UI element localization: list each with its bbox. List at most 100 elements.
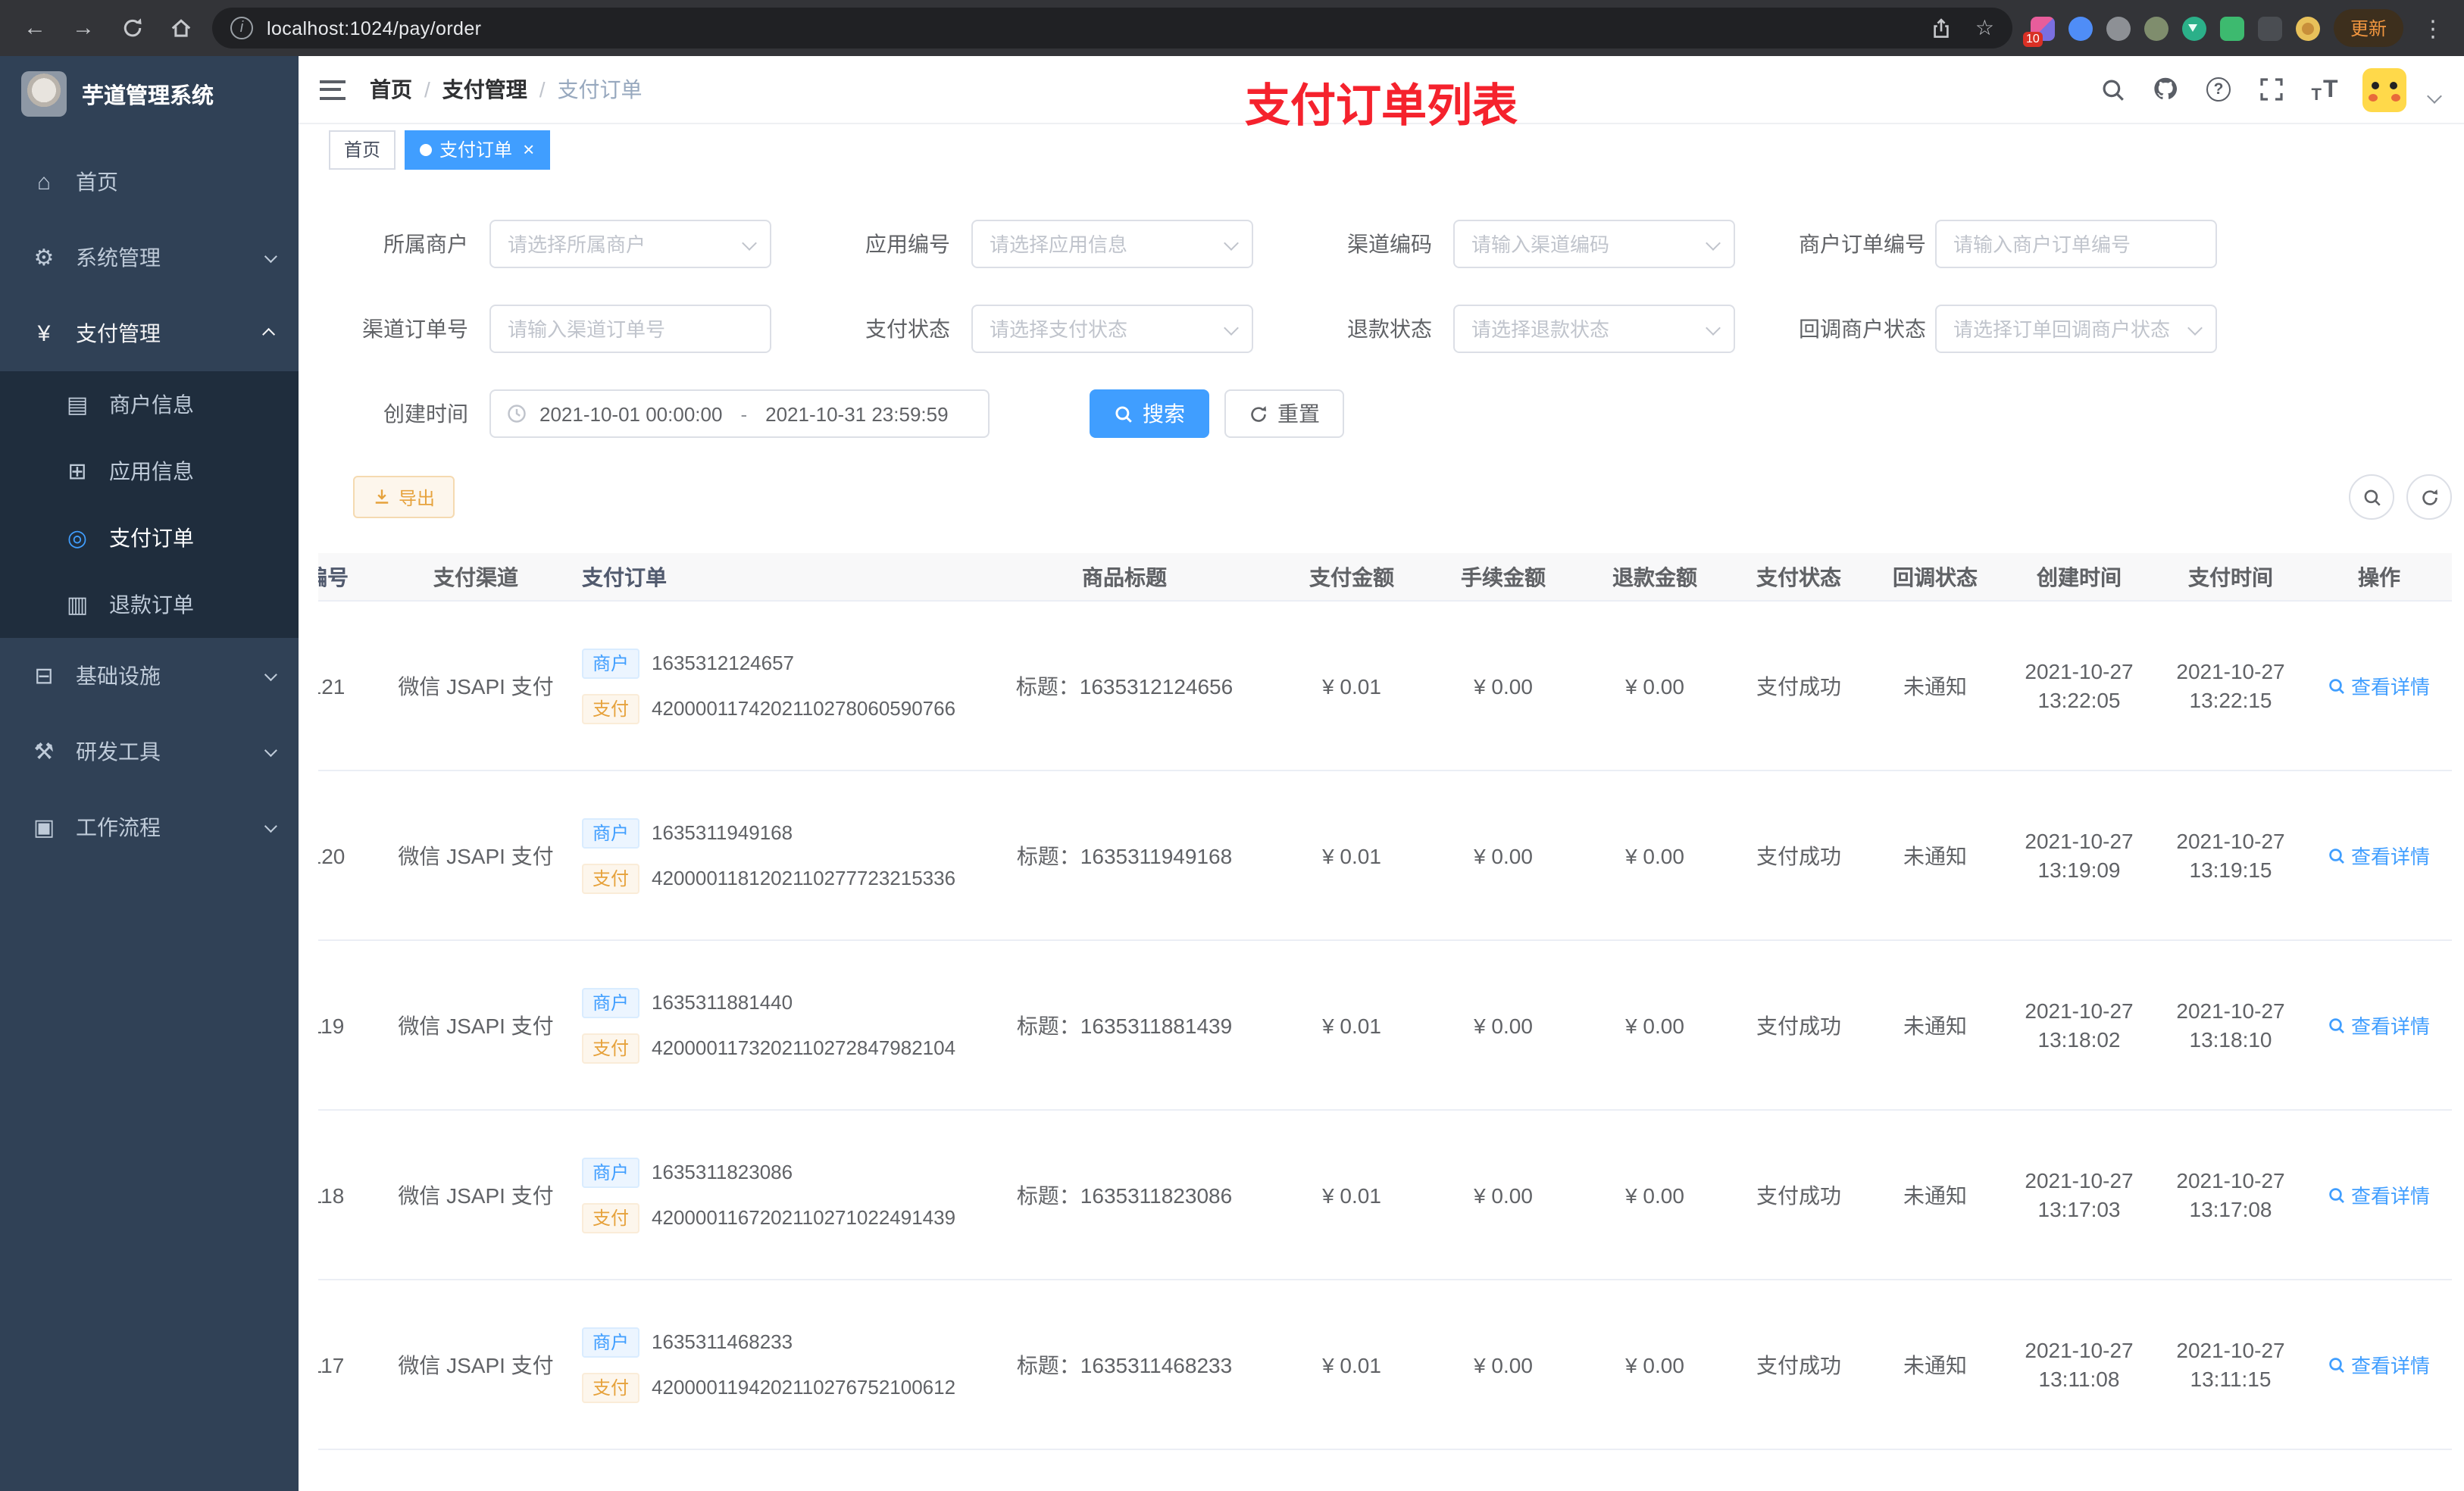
back-button[interactable]: ← — [15, 8, 55, 48]
card-icon: ▤ — [66, 392, 89, 418]
help-icon[interactable]: ? — [2203, 74, 2234, 105]
sidebar-item-label: 研发工具 — [76, 739, 161, 764]
table-header-row: 编号 支付渠道 支付订单 商品标题 支付金额 手续金额 退款金额 支付状态 回调… — [318, 553, 2452, 602]
search-icon[interactable] — [2097, 74, 2128, 105]
merchant-order-no: 1635311468233 — [652, 1330, 793, 1353]
view-detail-link[interactable]: 查看详情 — [2328, 841, 2430, 870]
vue-devtools-extension-icon[interactable] — [2181, 16, 2206, 40]
github-icon[interactable] — [2150, 74, 2181, 105]
merchant-select[interactable] — [489, 220, 771, 268]
date-end[interactable]: 2021-10-31 23:59:59 — [765, 402, 948, 425]
page-content: 所属商户 应用编号 — [299, 174, 2464, 1491]
pay-status: 支付成功 — [1756, 1013, 1841, 1037]
user-avatar[interactable] — [2362, 67, 2406, 111]
order-id: 121 — [318, 674, 346, 698]
pay-order-cell: 商户 1635311949168 支付 42000011812021102777… — [561, 817, 973, 893]
breadcrumb-section[interactable]: 支付管理 — [442, 74, 527, 105]
channel-code-input[interactable] — [1453, 220, 1735, 268]
browser-update-button[interactable]: 更新 — [2333, 9, 2403, 47]
view-detail-link[interactable]: 查看详情 — [2328, 671, 2430, 700]
filter-label: 应用编号 — [865, 232, 950, 256]
pay-status-select[interactable] — [971, 305, 1253, 353]
sidebar-item-app-info[interactable]: ⊞ 应用信息 — [0, 438, 299, 505]
table-body: 121 微信 JSAPI 支付 商户 1635312124657 支付 4200… — [318, 602, 2452, 1491]
sidebar-item-workflow[interactable]: ▣ 工作流程 — [0, 789, 299, 865]
bookmark-star-icon[interactable]: ☆ — [1975, 15, 1994, 41]
column-header: 操作 — [2358, 564, 2400, 589]
extension-icon[interactable]: 10 — [2022, 16, 2055, 46]
close-icon[interactable]: × — [523, 139, 534, 159]
merchant-select-input[interactable] — [489, 220, 771, 268]
home-button[interactable] — [161, 8, 200, 48]
pay-amount: ¥ 0.01 — [1322, 674, 1381, 698]
column-header: 支付订单 — [582, 564, 667, 589]
column-header: 编号 — [318, 564, 349, 589]
merchant-order-no-field[interactable] — [1935, 220, 2217, 268]
view-detail-link[interactable]: 查看详情 — [2328, 1011, 2430, 1039]
reset-button[interactable]: 重置 — [1224, 389, 1344, 438]
forward-button[interactable]: → — [64, 8, 103, 48]
channel-code-select[interactable] — [1453, 220, 1735, 268]
table-row: 118 微信 JSAPI 支付 商户 1635311823086 支付 4200… — [318, 1111, 2452, 1280]
sidebar-item-pay-order[interactable]: ◎ 支付订单 — [0, 505, 299, 571]
address-bar[interactable]: i localhost:1024/pay/order ☆ — [212, 8, 2012, 48]
info-icon[interactable]: i — [230, 17, 253, 39]
sidebar-item-payment[interactable]: ¥ 支付管理 — [0, 295, 299, 371]
extension-icon[interactable] — [2257, 16, 2282, 40]
breadcrumb-home[interactable]: 首页 — [370, 74, 412, 105]
export-button[interactable]: 导出 — [353, 476, 455, 518]
extension-icon[interactable] — [2219, 16, 2244, 40]
sidebar-item-infrastructure[interactable]: ⊟ 基础设施 — [0, 638, 299, 714]
sidebar-item-system[interactable]: ⚙ 系统管理 — [0, 220, 299, 295]
share-icon[interactable] — [1927, 13, 1957, 43]
tab-pay-order[interactable]: 支付订单 × — [405, 130, 550, 169]
pay-channel: 微信 JSAPI 支付 — [398, 674, 554, 698]
toggle-search-button[interactable] — [2349, 474, 2394, 520]
sidebar-menu: ⌂ 首页 ⚙ 系统管理 ¥ 支付管理 ▤ 商户信息 ⊞ 应用信息 ◎ 支付订单 … — [0, 132, 299, 865]
sidebar-toggle-icon[interactable] — [320, 80, 346, 99]
view-detail-link[interactable]: 查看详情 — [2328, 1350, 2430, 1379]
refresh-table-button[interactable] — [2406, 474, 2452, 520]
app-logo-row[interactable]: 芋道管理系统 — [0, 56, 299, 132]
filter-label: 支付状态 — [865, 317, 950, 341]
extension-icon[interactable] — [2106, 16, 2131, 40]
tab-home[interactable]: 首页 — [329, 130, 396, 169]
column-header: 手续金额 — [1461, 564, 1546, 589]
notify-status-select[interactable] — [1935, 305, 2217, 353]
sidebar-item-devtools[interactable]: ⚒ 研发工具 — [0, 714, 299, 789]
pay-time: 2021-10-27 13:22:15 — [2176, 659, 2285, 712]
url-text[interactable]: localhost:1024/pay/order — [267, 17, 481, 39]
extension-icon[interactable] — [2143, 16, 2169, 40]
browser-profile-avatar[interactable] — [2295, 16, 2320, 40]
date-start[interactable]: 2021-10-01 00:00:00 — [539, 402, 722, 425]
pay-time: 2021-10-27 13:18:10 — [2176, 999, 2285, 1052]
screen: ← → i localhost:1024/pay/order ☆ 10 更新 ⋮… — [0, 0, 2464, 1491]
chevron-up-icon — [262, 327, 276, 341]
fullscreen-icon[interactable] — [2256, 74, 2287, 105]
tool-icon: ⚒ — [33, 739, 55, 765]
sidebar-item-refund-order[interactable]: ▥ 退款订单 — [0, 571, 299, 638]
merchant-order-no-input[interactable] — [1935, 220, 2217, 268]
chevron-down-icon[interactable] — [2427, 88, 2442, 103]
breadcrumb-current: 支付订单 — [557, 77, 643, 102]
create-time-range-picker[interactable]: 2021-10-01 00:00:00 - 2021-10-31 23:59:5… — [489, 389, 990, 438]
channel-order-no-input[interactable] — [489, 305, 771, 353]
view-detail-link[interactable]: 查看详情 — [2328, 1180, 2430, 1209]
sidebar-item-home[interactable]: ⌂ 首页 — [0, 144, 299, 220]
search-button[interactable]: 搜索 — [1090, 389, 1209, 438]
sidebar-item-merchant-info[interactable]: ▤ 商户信息 — [0, 371, 299, 438]
refund-status-input[interactable] — [1453, 305, 1735, 353]
app-select-input[interactable] — [971, 220, 1253, 268]
order-id: 118 — [318, 1183, 345, 1207]
font-size-icon[interactable]: TT — [2309, 74, 2340, 105]
browser-menu-icon[interactable]: ⋮ — [2417, 14, 2449, 42]
merchant-order-no: 1635311881440 — [652, 991, 793, 1014]
refund-status-select[interactable] — [1453, 305, 1735, 353]
notify-status-input[interactable] — [1935, 305, 2217, 353]
refresh-button[interactable] — [112, 8, 152, 48]
channel-order-no-field[interactable] — [489, 305, 771, 353]
extension-icon[interactable] — [2068, 16, 2093, 40]
breadcrumb-separator: / — [424, 77, 430, 102]
app-select[interactable] — [971, 220, 1253, 268]
pay-status-input[interactable] — [971, 305, 1253, 353]
